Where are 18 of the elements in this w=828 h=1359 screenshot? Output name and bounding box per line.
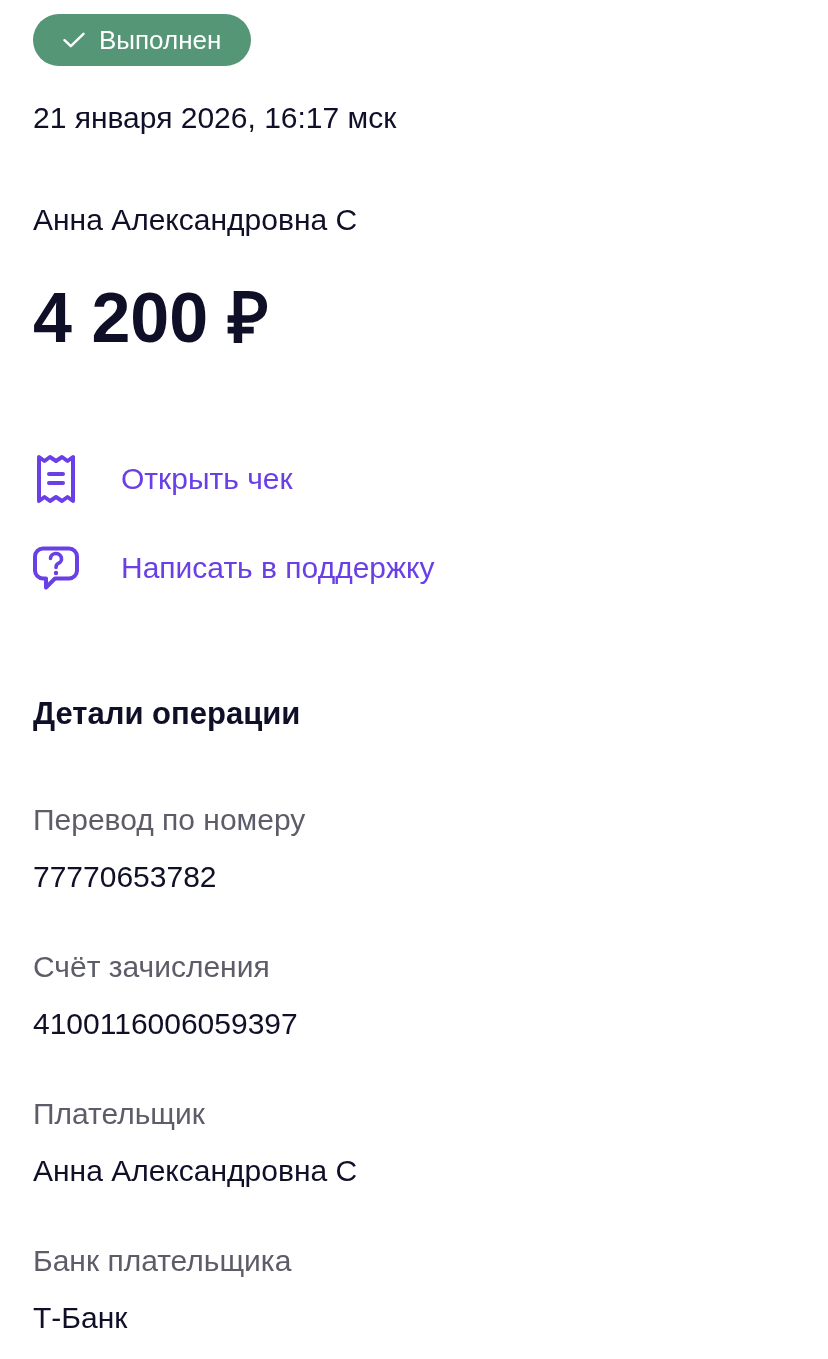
status-badge: Выполнен [33,14,252,66]
help-chat-icon[interactable] [33,546,79,590]
detail-label: Перевод по номеру [33,802,306,838]
detail-label: Плательщик [33,1096,205,1132]
operation-datetime: 21 января 2026, 16:17 мск [33,100,397,136]
section-heading: Детали операции [33,695,301,733]
action-link[interactable]: Написать в поддержку [121,548,435,588]
detail-value: 77770653782 [33,859,217,895]
counterparty-name: Анна Александровна С [33,202,358,238]
receipt-icon[interactable] [36,454,76,504]
amount: 4 200 ₽ [33,278,269,358]
detail-value: Т-Банк [33,1300,128,1336]
detail-label: Банк плательщика [33,1243,292,1279]
detail-label: Счёт зачисления [33,949,270,985]
action-link[interactable]: Открыть чек [121,459,293,499]
detail-value: Анна Александровна С [33,1153,358,1189]
detail-value: 4100116006059397 [33,1006,298,1042]
check-icon [63,32,85,48]
